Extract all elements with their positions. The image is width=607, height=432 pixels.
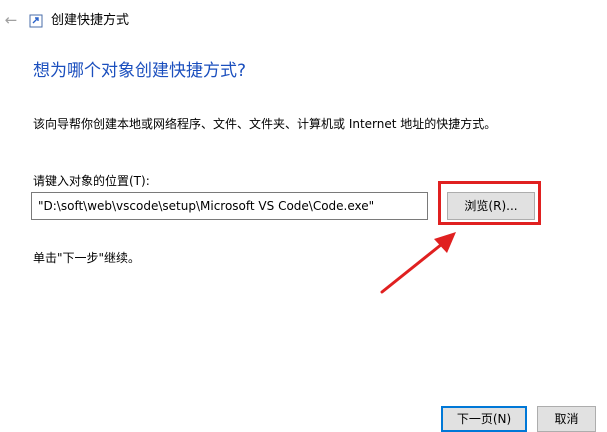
back-arrow-icon[interactable]: ← [2, 10, 20, 30]
wizard-description: 该向导帮你创建本地或网络程序、文件、文件夹、计算机或 Internet 地址的快… [33, 117, 497, 131]
browse-button[interactable]: 浏览(R)... [447, 192, 535, 220]
cancel-button[interactable]: 取消 [537, 406, 596, 432]
location-input[interactable]: "D:\soft\web\vscode\setup\Microsoft VS C… [31, 192, 428, 220]
location-label: 请键入对象的位置(T): [33, 174, 150, 188]
window-title: 创建快捷方式 [51, 13, 130, 28]
continue-hint: 单击"下一步"继续。 [33, 251, 141, 265]
page-heading: 想为哪个对象创建快捷方式? [33, 61, 247, 81]
title-bar: ← 创建快捷方式 [0, 0, 607, 44]
next-button[interactable]: 下一页(N) [441, 406, 527, 432]
shortcut-app-icon [29, 14, 43, 28]
